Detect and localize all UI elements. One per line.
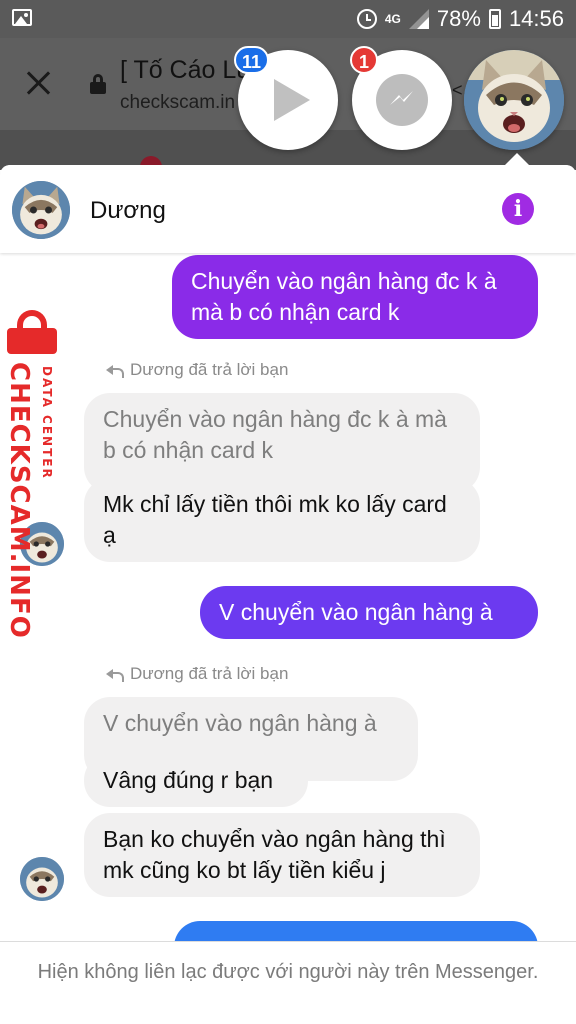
contact-name[interactable]: Dương xyxy=(90,197,166,225)
close-icon[interactable] xyxy=(22,66,56,100)
reply-indicator-text: Dương đã trả lời bạn xyxy=(130,664,289,683)
reply-icon xyxy=(106,668,124,682)
battery-percent: 78% xyxy=(436,6,481,31)
outgoing-message[interactable]: V chuyển vào ngân hàng à xyxy=(200,586,538,639)
info-icon[interactable]: i xyxy=(502,193,534,225)
checkscam-watermark: CHECKSCAM.INFO DATA CENTER xyxy=(0,310,66,639)
contact-avatar[interactable] xyxy=(12,181,70,239)
network-type: 4G xyxy=(384,12,401,26)
video-chat-head[interactable]: 11 xyxy=(234,46,338,150)
status-indicators: 4G 78% 14:56 xyxy=(356,0,564,38)
gallery-notification-icon xyxy=(12,9,32,26)
sender-avatar[interactable] xyxy=(20,857,64,901)
incoming-message[interactable]: Mk chỉ lấy tiền thôi mk ko lấy card ạ xyxy=(84,478,480,562)
alarm-icon xyxy=(356,9,377,29)
clock: 14:56 xyxy=(508,6,564,31)
cat-avatar-image xyxy=(12,181,70,239)
chat-head-pointer xyxy=(505,153,529,165)
messenger-icon xyxy=(376,74,428,126)
reply-indicator: Dương đã trả lời bạn xyxy=(106,360,288,380)
video-count-badge: 11 xyxy=(234,46,270,74)
contact-chat-head-avatar[interactable] xyxy=(464,50,564,150)
cat-avatar-image xyxy=(464,50,564,150)
battery-icon xyxy=(488,9,501,29)
chat-header: Dương i xyxy=(0,165,576,253)
play-icon xyxy=(274,79,310,121)
watermark-brand: CHECKSCAM.INFO xyxy=(4,362,34,639)
unavailable-notice-text: Hiện không liên lạc được với người này t… xyxy=(37,961,539,983)
unavailable-notice: Hiện không liên lạc được với người này t… xyxy=(0,941,576,1024)
incoming-message[interactable]: Bạn ko chuyển vào ngân hàng thì mk cũng … xyxy=(84,813,480,897)
messenger-chat-head[interactable]: 1 xyxy=(350,46,452,150)
page-url[interactable]: checkscam.in xyxy=(120,92,235,114)
outgoing-message[interactable]: Chuyển vào ngân hàng đc k à mà b có nhận… xyxy=(172,255,538,339)
messenger-count-badge: 1 xyxy=(350,46,378,74)
signal-icon xyxy=(408,9,429,29)
chat-panel: Dương i Chuyển vào ngân hàng đc k à mà b… xyxy=(0,165,576,1024)
reply-indicator: Dương đã trả lời bạn xyxy=(106,664,288,684)
status-bar: 4G 78% 14:56 xyxy=(0,0,576,38)
watermark-lock-icon xyxy=(3,310,61,354)
incoming-message[interactable]: Vâng đúng r bạn xyxy=(84,754,308,807)
watermark-tagline: DATA CENTER xyxy=(40,366,54,480)
reply-indicator-text: Dương đã trả lời bạn xyxy=(130,360,289,379)
share-icon[interactable]: < xyxy=(452,80,463,101)
lock-icon xyxy=(90,74,106,94)
cat-avatar-image xyxy=(20,857,64,901)
reply-icon xyxy=(106,364,124,378)
